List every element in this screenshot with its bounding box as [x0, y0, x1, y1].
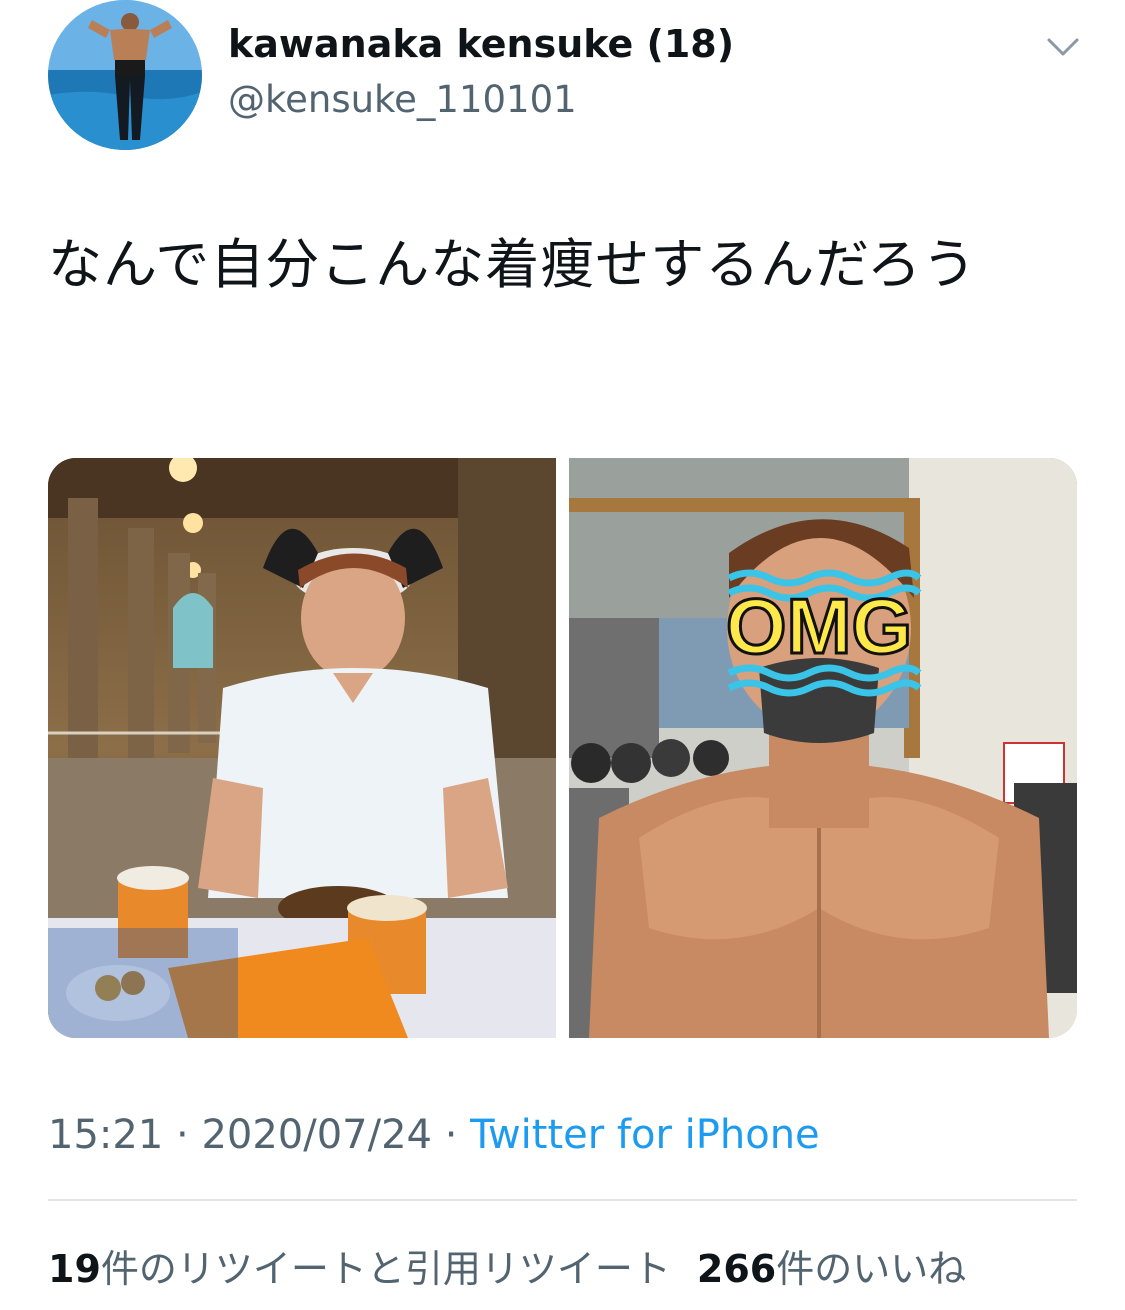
likes-stat[interactable]: 266件のいいね: [697, 1247, 966, 1291]
retweets-stat[interactable]: 19件のリツイートと引用リツイート: [48, 1247, 671, 1291]
avatar-image: [48, 0, 202, 150]
author-display-name[interactable]: kawanaka kensuke (18): [228, 22, 734, 66]
chevron-down-icon[interactable]: [1045, 32, 1081, 60]
retweets-label: 件のリツイートと引用リツイート: [100, 1247, 671, 1291]
likes-count: 266: [696, 1247, 777, 1291]
photo-right[interactable]: OMG: [569, 458, 1077, 1038]
tweet-time: 15:21: [48, 1112, 164, 1158]
meta-separator: ·: [163, 1112, 202, 1158]
omg-overlay-text: OMG: [726, 582, 912, 670]
tweet-stats: 19件のリツイートと引用リツイート 266件のいいね: [48, 1238, 992, 1293]
media-grid: OMG: [48, 458, 1077, 1038]
author-handle[interactable]: @kensuke_110101: [228, 78, 577, 121]
retweets-count: 19: [48, 1247, 101, 1291]
divider: [48, 1199, 1077, 1201]
avatar[interactable]: [48, 0, 202, 150]
tweet-source-link[interactable]: Twitter for iPhone: [470, 1112, 820, 1158]
tweet-text: なんで自分こんな着痩せするんだろう: [48, 233, 978, 296]
tweet-date: 2020/07/24: [201, 1112, 432, 1158]
tweet-meta: 15:21 · 2020/07/24 · Twitter for iPhone: [48, 1112, 820, 1158]
likes-label: 件のいいね: [776, 1247, 967, 1291]
photo-left[interactable]: [48, 458, 556, 1038]
meta-separator: ·: [431, 1112, 471, 1158]
